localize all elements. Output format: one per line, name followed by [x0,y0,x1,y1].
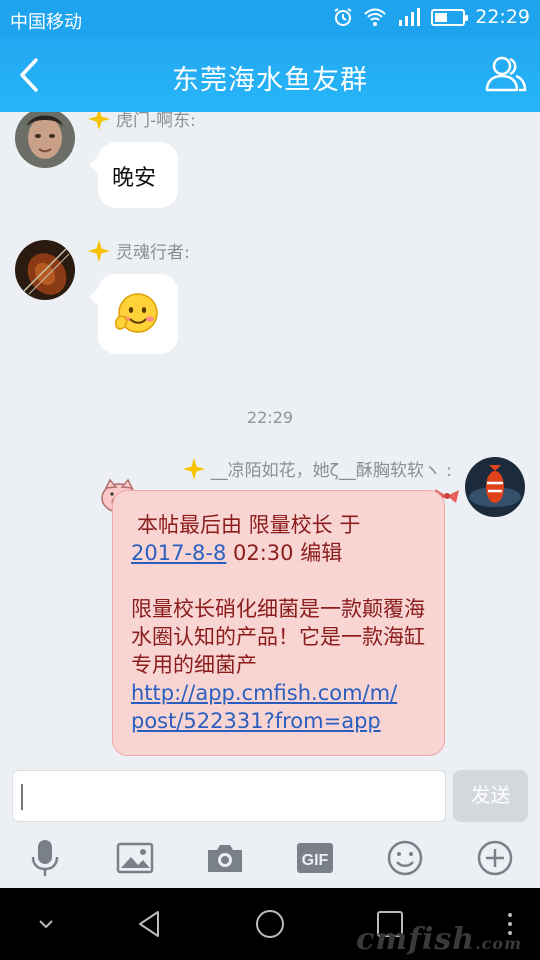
status-icons: 22:29 [333,6,530,28]
gif-icon-label: GIF [302,852,329,869]
gif-icon[interactable]: GIF [295,838,335,878]
star-badge-icon [182,457,205,480]
violin-photo-avatar [15,240,75,300]
plus-icon[interactable] [475,838,515,878]
message-body: 限量校长硝化细菌是一款颠覆海水圈认知的产品！它是一款海缸专用的细菌产 [131,597,425,677]
carrier-label: 中国移动 [10,12,82,33]
message-bubble[interactable]: 晚安 [89,142,178,208]
emoji-icon[interactable] [385,838,425,878]
message-text: 晚安 [112,166,157,191]
sender-name: 灵魂行者: [88,238,190,263]
chat-header: 东莞海水鱼友群 [0,38,540,112]
sender-avatar[interactable] [15,112,75,168]
battery-icon [431,8,469,26]
own-sender-name: __凉陌如花，她ζ__酥胸软软ヽ : [182,456,452,481]
chat-messages[interactable]: 虎门-啊东: 晚安 灵魂行者: 22:29 __凉陌如花，她ζ__酥胸软软ヽ : [0,112,540,768]
composer: 发送 [0,768,540,830]
post-link-cont[interactable]: post/522331?from=app [131,709,381,733]
home-circle-icon[interactable] [252,906,288,942]
message-bubble[interactable] [89,274,178,354]
status-time: 22:29 [475,6,530,28]
sender-avatar[interactable] [15,240,75,300]
sender-name-text: 灵魂行者: [116,243,190,263]
clownfish-photo-avatar [465,457,525,517]
person-photo-avatar [15,112,75,168]
image-icon[interactable] [115,838,155,878]
page-title: 东莞海水鱼友群 [172,65,368,96]
blushing-smile-emoji [115,293,158,333]
post-link[interactable]: http://app.cmfish.com/m/ [131,681,397,705]
system-nav-bar: cmfish.com [0,888,540,960]
watermark-suffix: .com [475,934,522,953]
message-input[interactable] [12,770,446,822]
edit-date-line: 2017-8-8 02:30 编辑 [131,539,426,567]
edit-date-link[interactable]: 2017-8-8 [131,541,226,565]
sender-name-text: 虎门-啊东: [116,112,196,131]
send-button[interactable]: 发送 [453,770,528,822]
edit-note: 本帖最后由 限量校长 于 [137,513,361,537]
star-badge-icon [88,239,110,262]
microphone-icon[interactable] [25,838,65,878]
signal-icon [399,8,421,26]
wifi-icon [364,8,386,26]
edit-time-text: 02:30 编辑 [226,541,343,565]
composer-toolbar: GIF [0,830,540,888]
watermark-main: cmfish [356,922,476,957]
star-badge-icon [88,112,110,130]
own-sender-name-text: __凉陌如花，她ζ__酥胸软软ヽ : [210,461,452,481]
own-message-bubble[interactable]: 本帖最后由 限量校长 于 2017-8-8 02:30 编辑 限量校长硝化细菌是… [112,490,445,756]
back-triangle-icon[interactable] [132,906,168,942]
message-timestamp: 22:29 [246,408,294,427]
watermark-logo: cmfish.com [356,922,522,957]
camera-icon[interactable] [205,838,245,878]
sender-name: 虎门-啊东: [88,112,196,131]
status-bar: 中国移动 22:29 [0,0,540,38]
own-avatar[interactable] [465,457,525,517]
chevron-down-icon[interactable] [28,906,64,942]
alarm-icon [334,8,352,26]
group-members-icon[interactable] [484,52,528,96]
